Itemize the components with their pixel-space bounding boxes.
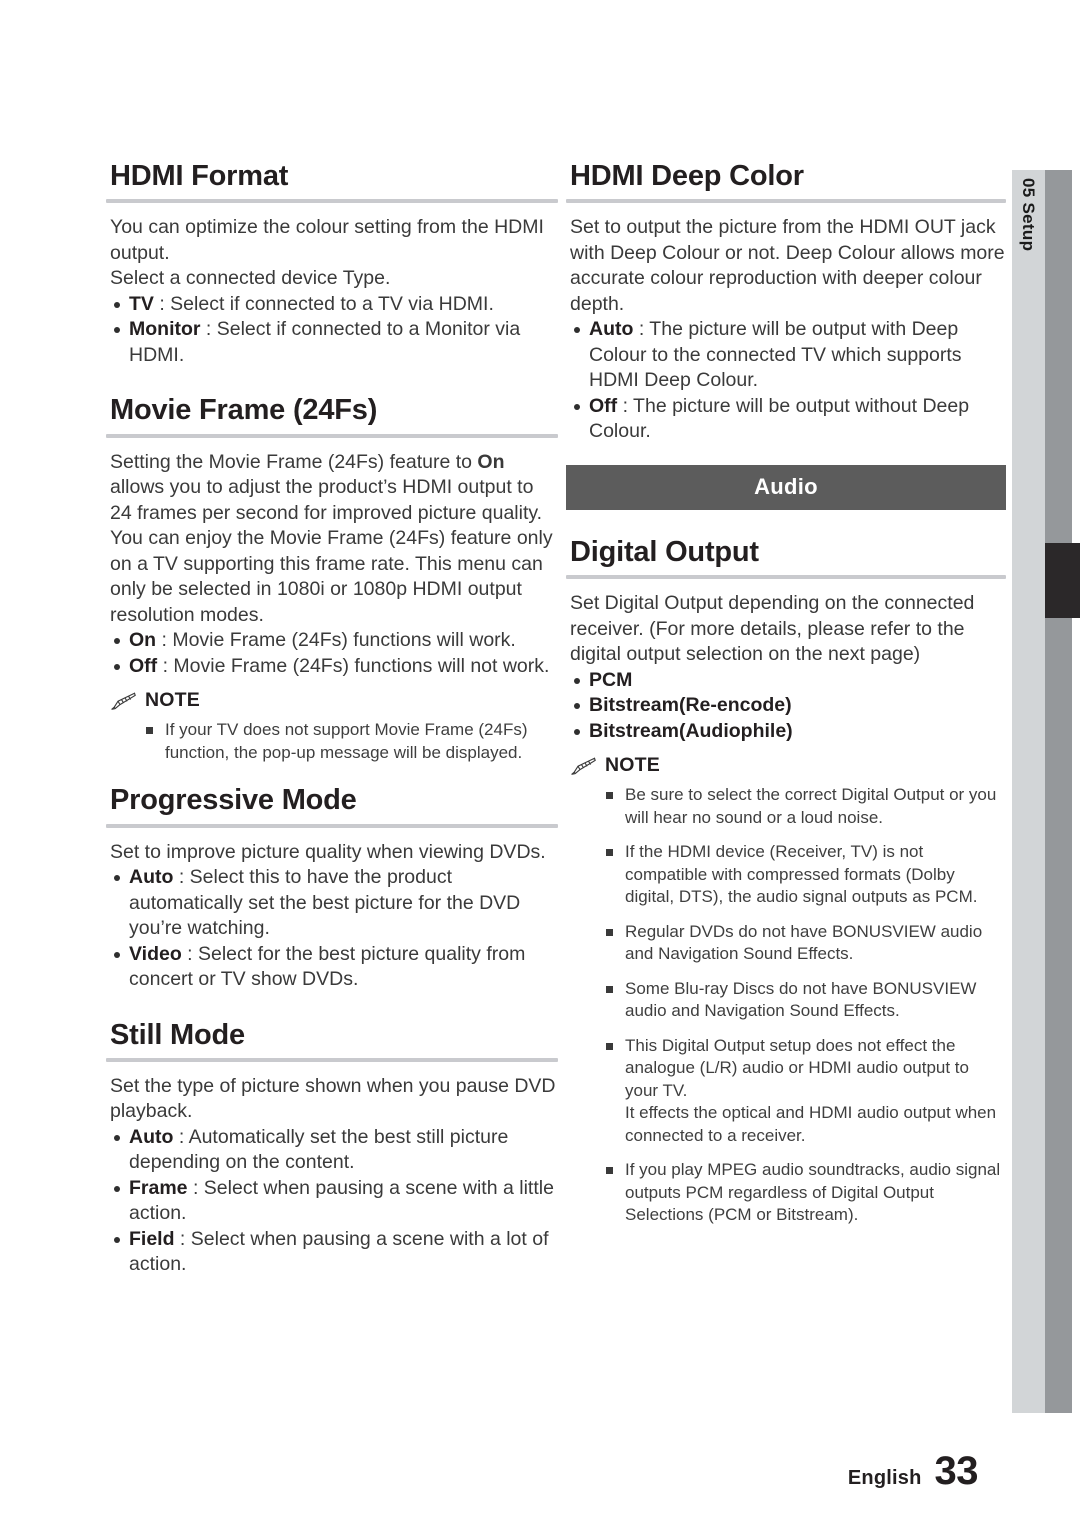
chapter-index-bar (1045, 170, 1072, 1413)
audio-section-banner: Audio (566, 464, 1006, 510)
option-term: Frame (129, 1176, 188, 1199)
option-desc: : Movie Frame (24Fs) functions will work… (156, 629, 516, 652)
movie-frame-paragraph: Setting the Movie Frame (24Fs) feature t… (106, 450, 558, 629)
page-title-progressive-mode: Progressive Mode (110, 784, 357, 817)
chapter-index-label: 05 Setup (1019, 178, 1038, 252)
movie-frame-options: On : Movie Frame (24Fs) functions will w… (106, 628, 558, 679)
list-item: Field : Select when pausing a scene with… (110, 1227, 558, 1278)
list-item: Regular DVDs do not have BONUSVIEW audio… (606, 921, 1006, 966)
right-column: HDMI Deep Color Set to output the pictur… (566, 160, 1006, 1253)
hdmi-format-paragraph: You can optimize the colour setting from… (110, 216, 544, 290)
option-desc: : Automatically set the best still pictu… (129, 1125, 509, 1174)
section-hdmi-format: HDMI Format You can optimize the colour … (106, 160, 558, 368)
option-term: Auto (129, 866, 174, 889)
progressive-mode-options: Auto : Select this to have the product a… (106, 865, 558, 993)
option-term: Auto (129, 1125, 174, 1148)
section-digital-output: Digital Output Set Digital Output depend… (566, 536, 1006, 1227)
option-desc: : The picture will be output without Dee… (589, 394, 970, 443)
list-item: Some Blu-ray Discs do not have BONUSVIEW… (606, 978, 1006, 1023)
option-term: Off (589, 394, 618, 417)
section-movie-frame: Movie Frame (24Fs) Setting the Movie Fra… (106, 394, 558, 764)
list-item: On : Movie Frame (24Fs) functions will w… (110, 628, 558, 654)
footer-page-number: 33 (934, 1449, 979, 1493)
list-item: Bitstream(Audiophile) (570, 719, 1006, 745)
list-item: Auto : The picture will be output with D… (570, 317, 1006, 394)
page-title-still-mode: Still Mode (110, 1018, 245, 1051)
list-item: If your TV does not support Movie Frame … (146, 719, 558, 764)
note-list: Be sure to select the correct Digital Ou… (570, 784, 1006, 1227)
option-desc: : Select when pausing a scene with a lit… (129, 1176, 554, 1225)
page-footer: English 33 (847, 1449, 979, 1494)
list-item: Be sure to select the correct Digital Ou… (606, 784, 1006, 829)
title-rule (106, 823, 558, 828)
footer-language: English (847, 1467, 922, 1489)
page-title-hdmi-format: HDMI Format (110, 160, 289, 192)
title-rule (566, 575, 1006, 580)
option-term: Field (129, 1227, 175, 1250)
list-item: Monitor : Select if connected to a Monit… (110, 317, 558, 368)
left-column: HDMI Format You can optimize the colour … (106, 160, 558, 1304)
section-hdmi-deep-color: HDMI Deep Color Set to output the pictur… (566, 160, 1006, 445)
option-desc: : Select if connected to a TV via HDMI. (153, 292, 494, 315)
option-term: Monitor (129, 318, 201, 341)
option-desc: : Movie Frame (24Fs) functions will not … (157, 654, 550, 677)
paragraph-emphasis: On (477, 450, 505, 473)
option-desc: : Select for the best picture quality fr… (129, 942, 526, 991)
option-term: TV (129, 292, 154, 315)
list-item: This Digital Output setup does not effec… (606, 1035, 1006, 1148)
list-item: If you play MPEG audio soundtracks, audi… (606, 1159, 1006, 1227)
note-digital-output: NOTE Be sure to select the correct Digit… (566, 754, 1006, 1227)
list-item: TV : Select if connected to a TV via HDM… (110, 292, 558, 318)
option-term: On (129, 629, 157, 652)
hdmi-deep-color-paragraph: Set to output the picture from the HDMI … (570, 216, 1005, 315)
manual-page: 05 Setup HDMI Format You can optimize th… (0, 0, 1080, 1532)
paragraph-post: allows you to adjust the product’s HDMI … (110, 476, 553, 626)
option-term: Off (129, 654, 158, 677)
note-title: NOTE (605, 754, 660, 777)
pencil-icon (110, 691, 136, 711)
hdmi-format-options: TV : Select if connected to a TV via HDM… (106, 292, 558, 369)
chapter-index-tab: 05 Setup (1012, 170, 1045, 1413)
note-header: NOTE (110, 689, 558, 712)
option-desc: : Select this to have the product automa… (129, 866, 521, 940)
list-item: Video : Select for the best picture qual… (110, 942, 558, 993)
title-rule (106, 199, 558, 204)
option-term: Auto (589, 318, 634, 341)
note-list: If your TV does not support Movie Frame … (110, 719, 558, 764)
title-rule (106, 433, 558, 438)
list-item: If the HDMI device (Receiver, TV) is not… (606, 841, 1006, 909)
list-item: Auto : Select this to have the product a… (110, 865, 558, 942)
section-still-mode: Still Mode Set the type of picture shown… (106, 1019, 558, 1278)
note-movie-frame: NOTE If your TV does not support Movie F… (106, 689, 558, 764)
list-item: Bitstream(Re-encode) (570, 693, 1006, 719)
page-title-digital-output: Digital Output (570, 535, 759, 568)
hdmi-deep-color-options: Auto : The picture will be output with D… (566, 317, 1006, 445)
title-rule (106, 1057, 558, 1062)
digital-output-options: PCM Bitstream(Re-encode) Bitstream(Audio… (566, 668, 1006, 745)
option-desc: : The picture will be output with Deep C… (589, 318, 962, 392)
still-mode-paragraph: Set the type of picture shown when you p… (110, 1074, 556, 1123)
list-item: Off : The picture will be output without… (570, 394, 1006, 445)
list-item: Off : Movie Frame (24Fs) functions will … (110, 654, 558, 680)
title-rule (566, 199, 1006, 204)
chapter-index-marker (1045, 543, 1080, 618)
option-term: Video (129, 942, 182, 965)
digital-output-paragraph: Set Digital Output depending on the conn… (570, 592, 975, 666)
pencil-icon (570, 756, 596, 776)
page-title-hdmi-deep-color: HDMI Deep Color (570, 160, 804, 192)
list-item: Auto : Automatically set the best still … (110, 1125, 558, 1176)
list-item: PCM (570, 668, 1006, 694)
progressive-mode-paragraph: Set to improve picture quality when view… (110, 840, 546, 863)
still-mode-options: Auto : Automatically set the best still … (106, 1125, 558, 1278)
section-progressive-mode: Progressive Mode Set to improve picture … (106, 784, 558, 992)
note-header: NOTE (570, 754, 1006, 777)
page-title-movie-frame: Movie Frame (24Fs) (110, 394, 378, 427)
paragraph-pre: Setting the Movie Frame (24Fs) feature t… (110, 450, 478, 473)
note-title: NOTE (145, 689, 200, 712)
option-desc: : Select when pausing a scene with a lot… (129, 1227, 549, 1276)
list-item: Frame : Select when pausing a scene with… (110, 1176, 558, 1227)
